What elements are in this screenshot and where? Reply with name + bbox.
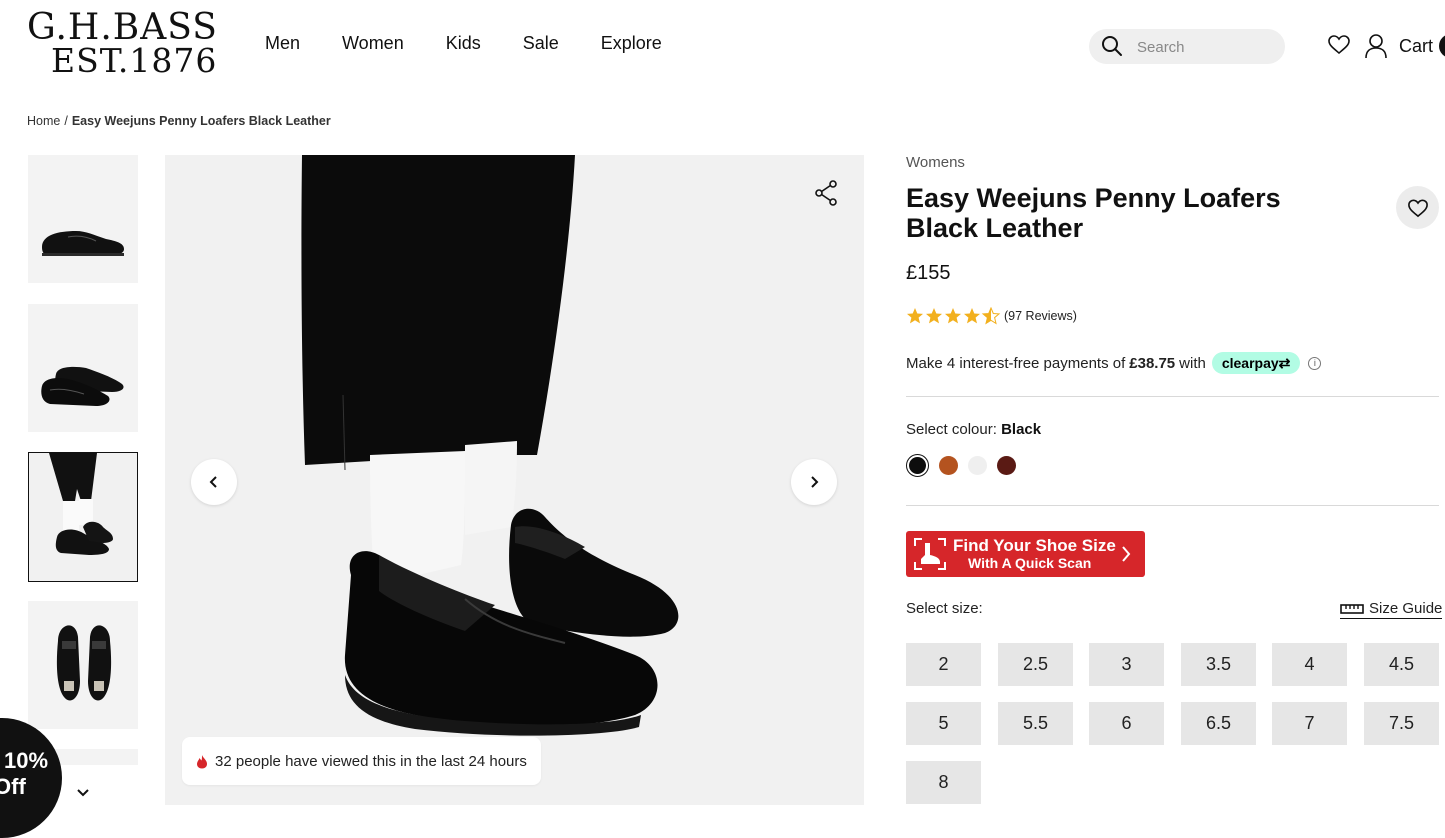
- clearpay-brand: clearpay: [1221, 355, 1279, 371]
- chevron-right-icon: [811, 476, 819, 488]
- breadcrumb-current: Easy Weejuns Penny Loafers Black Leather: [71, 114, 331, 128]
- size-option[interactable]: 7: [1272, 702, 1347, 745]
- size-option[interactable]: 5.5: [998, 702, 1073, 745]
- loafer-top-image: [56, 625, 112, 701]
- clearpay-logo: clearpay ⇄: [1211, 352, 1301, 374]
- size-option[interactable]: 6.5: [1181, 702, 1256, 745]
- breadcrumb-home[interactable]: Home: [27, 114, 60, 128]
- add-to-wishlist-button[interactable]: [1396, 186, 1439, 229]
- divider: [906, 505, 1439, 506]
- search-input[interactable]: [1135, 36, 1279, 58]
- loafer-worn-image: [29, 453, 137, 581]
- size-option[interactable]: 4: [1272, 643, 1347, 686]
- next-image-button[interactable]: [791, 459, 837, 505]
- clearpay-amount: £38.75: [1129, 354, 1176, 372]
- thumbnail-4[interactable]: [28, 601, 138, 729]
- rating-stars[interactable]: (97 Reviews): [906, 307, 1077, 325]
- size-option[interactable]: 2: [906, 643, 981, 686]
- find-shoe-size-button[interactable]: Find Your Shoe Size With A Quick Scan: [906, 531, 1145, 577]
- nav-women[interactable]: Women: [342, 33, 404, 54]
- reviews-count[interactable]: (97 Reviews): [1004, 309, 1077, 323]
- size-option[interactable]: 8: [906, 761, 981, 804]
- swatch-black[interactable]: [906, 454, 929, 477]
- clearpay-suffix: with: [1179, 354, 1206, 372]
- cart-link[interactable]: Cart: [1399, 36, 1433, 57]
- discount-promo-badge[interactable]: 10% Off: [0, 718, 62, 838]
- size-option[interactable]: 6: [1089, 702, 1164, 745]
- search-icon: [1102, 36, 1122, 56]
- nav-explore[interactable]: Explore: [601, 33, 662, 54]
- logo-line2: EST.1876: [51, 41, 218, 80]
- loafer-pair-image: [41, 366, 124, 406]
- size-option[interactable]: 2.5: [998, 643, 1073, 686]
- loafer-side-image: [42, 231, 124, 256]
- scan-line1: Find Your Shoe Size: [953, 536, 1116, 555]
- selected-colour: Black: [1001, 421, 1042, 438]
- scan-line2: With A Quick Scan: [968, 555, 1092, 571]
- star-rating-icon: [907, 307, 1001, 325]
- product-title: Easy Weejuns Penny Loafers Black Leather: [906, 183, 1281, 243]
- chevron-left-icon: [209, 476, 217, 488]
- main-nav: Men Women Kids Sale Explore: [265, 33, 704, 54]
- thumbnail-2[interactable]: [28, 304, 138, 432]
- prev-image-button[interactable]: [191, 459, 237, 505]
- breadcrumb-separator: /: [64, 114, 68, 128]
- wishlist-heart-icon[interactable]: [1327, 33, 1351, 57]
- chevron-down-icon[interactable]: [75, 785, 91, 801]
- main-product-image: [165, 155, 864, 805]
- views-text: 32 people have viewed this in the last 2…: [215, 752, 527, 770]
- search-box[interactable]: [1089, 29, 1285, 64]
- clearpay-prefix: Make 4 interest-free payments of: [906, 354, 1126, 372]
- divider: [906, 396, 1439, 397]
- size-guide-label: Size Guide: [1369, 600, 1443, 617]
- heart-icon: [1407, 198, 1428, 217]
- size-guide-link[interactable]: Size Guide: [1340, 600, 1443, 619]
- share-icon[interactable]: [814, 180, 838, 206]
- size-option[interactable]: 7.5: [1364, 702, 1439, 745]
- swatch-brown[interactable]: [939, 456, 958, 475]
- foot-scan-icon: [914, 538, 946, 570]
- size-option[interactable]: 4.5: [1364, 643, 1439, 686]
- clearpay-info: Make 4 interest-free payments of £38.75 …: [906, 352, 1322, 374]
- loafers-worn-photo: [301, 155, 679, 736]
- ruler-icon: [1340, 603, 1364, 614]
- colour-label-text: Select colour:: [906, 421, 997, 438]
- size-option[interactable]: 3.5: [1181, 643, 1256, 686]
- size-label: Select size:: [906, 600, 983, 617]
- promo-line2: Off: [0, 774, 26, 799]
- nav-kids[interactable]: Kids: [446, 33, 481, 54]
- colour-swatches: [906, 454, 1016, 477]
- colour-label: Select colour: Black: [906, 421, 1041, 438]
- promo-line1: 10%: [4, 748, 49, 773]
- product-price: £155: [906, 262, 951, 284]
- nav-sale[interactable]: Sale: [523, 33, 559, 54]
- nav-men[interactable]: Men: [265, 33, 300, 54]
- chevron-right-icon: [1122, 546, 1131, 562]
- fire-icon: [197, 754, 207, 768]
- breadcrumb: Home / Easy Weejuns Penny Loafers Black Le…: [27, 114, 331, 128]
- size-option[interactable]: 3: [1089, 643, 1164, 686]
- swatch-white[interactable]: [968, 456, 987, 475]
- views-notice: 32 people have viewed this in the last 2…: [182, 737, 541, 785]
- swatch-oxblood[interactable]: [997, 456, 1016, 475]
- info-icon[interactable]: i: [1308, 356, 1322, 370]
- cart-count-badge[interactable]: [1439, 34, 1445, 58]
- thumbnail-3-selected[interactable]: [28, 452, 138, 582]
- account-icon[interactable]: [1364, 33, 1388, 59]
- brand-logo[interactable]: G.H.BASS EST.1876: [27, 10, 218, 80]
- thumbnail-1[interactable]: [28, 155, 138, 283]
- size-option[interactable]: 5: [906, 702, 981, 745]
- product-category: Womens: [906, 154, 965, 171]
